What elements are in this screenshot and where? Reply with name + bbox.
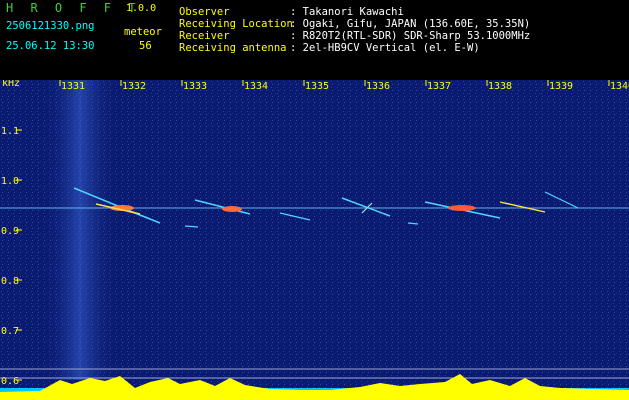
time-tick-label: 1336	[366, 81, 390, 92]
observer-value: : Takanori Kawachi	[290, 6, 404, 18]
freq-tick-label: 1.1	[1, 126, 19, 137]
time-tick-label: 1337	[427, 81, 451, 92]
observer-label: Observer	[179, 6, 230, 18]
file-name: 2506121330.png	[6, 20, 95, 32]
app-version: 1.0.0	[126, 3, 157, 14]
noise-band	[40, 80, 120, 380]
freq-tick-label: 0.9	[1, 226, 19, 237]
receiver-value: : R820T2(RTL-SDR) SDR-Sharp 53.1000MHz	[290, 30, 531, 42]
time-tick-label: 1333	[183, 81, 207, 92]
time-tick-label: 1340	[610, 81, 629, 92]
header-panel: H R O F F T 1.0.0 2506121330.png 25.06.1…	[0, 0, 629, 80]
antenna-label: Receiving antenna	[179, 42, 287, 54]
time-tick-label: 1332	[122, 81, 146, 92]
app-brand: H R O F F T	[6, 1, 141, 15]
receiver-label: Receiver	[179, 30, 230, 42]
antenna-value: : 2el-HB9CV Vertical (el. E-W)	[290, 42, 480, 54]
time-tick-label: 1334	[244, 81, 268, 92]
location-value: : Ogaki, Gifu, JAPAN (136.60E, 35.35N)	[290, 18, 531, 30]
time-tick-label: 1339	[549, 81, 573, 92]
location-label: Receiving Location	[179, 18, 293, 30]
meteor-label: meteor	[124, 26, 162, 38]
time-tick-label: 1331	[61, 81, 85, 92]
meteor-echo-core	[448, 205, 476, 211]
freq-tick-label: 0.6	[1, 376, 19, 387]
meteor-echo-core	[222, 206, 242, 212]
meteor-count: 56	[139, 40, 152, 52]
time-tick-label: 1338	[488, 81, 512, 92]
time-tick-label: 1335	[305, 81, 329, 92]
freq-tick-label: 1.0	[1, 176, 19, 187]
axis-unit: kHz	[2, 80, 20, 89]
spectrogram: kHz 1331 1332 1333 1334 1335 1336 1337 1338 1339…	[0, 80, 629, 400]
freq-tick-label: 0.8	[1, 276, 19, 287]
file-datetime: 25.06.12 13:30	[6, 40, 95, 52]
freq-tick-label: 0.7	[1, 326, 19, 337]
